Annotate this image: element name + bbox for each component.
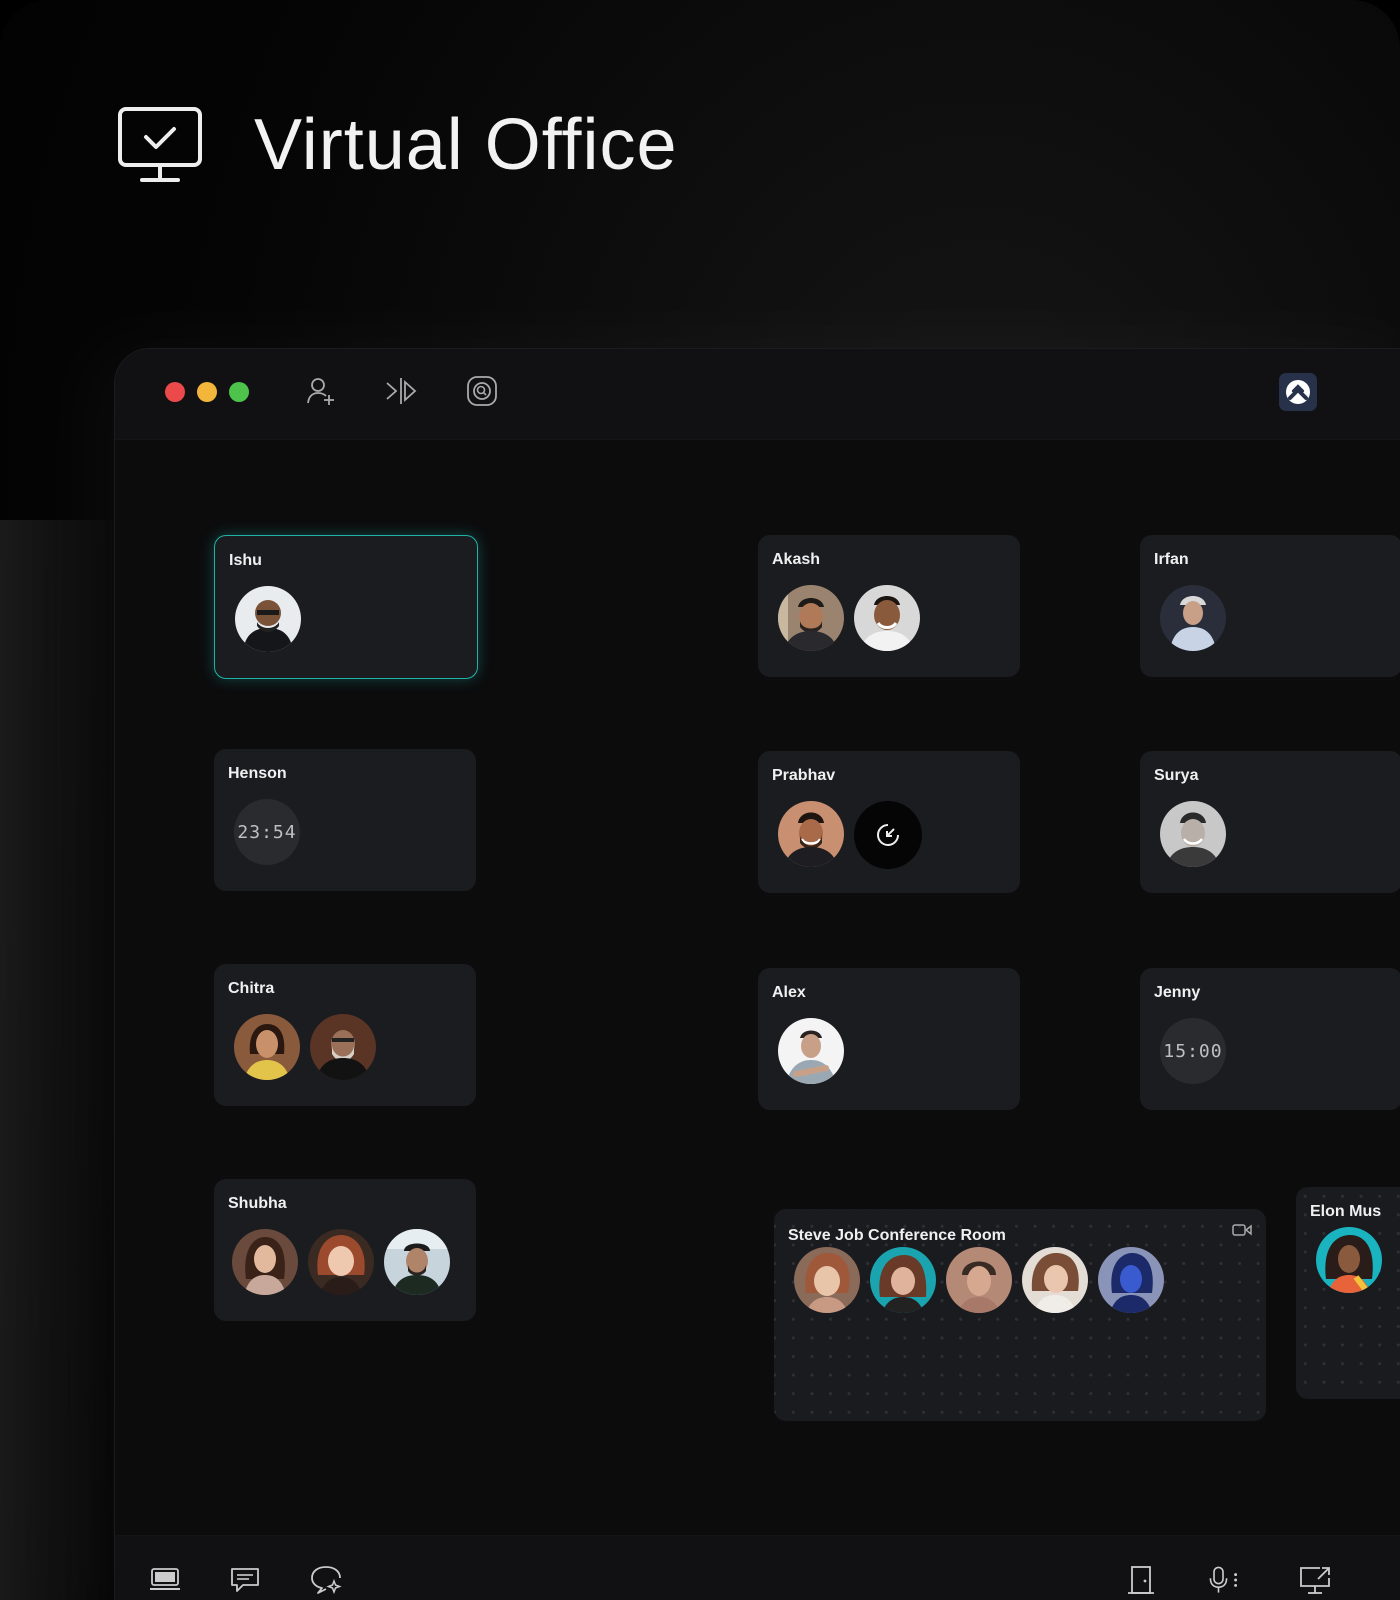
room-name: Chitra	[228, 980, 275, 997]
avatar[interactable]	[1160, 801, 1226, 867]
room-name: Surya	[1154, 767, 1199, 784]
app-logo-icon[interactable]	[1279, 373, 1317, 411]
title-bar	[115, 349, 1400, 440]
add-user-icon[interactable]	[303, 373, 339, 409]
office-window: Ishu Henson 23:54 Chitra Shubha Akash Pr…	[114, 348, 1400, 1600]
hero-header: Virtual Office	[118, 104, 678, 186]
avatar[interactable]	[310, 1014, 376, 1080]
avatar[interactable]	[778, 1018, 844, 1084]
close-window-button[interactable]	[165, 382, 185, 402]
minimize-window-button[interactable]	[197, 382, 217, 402]
room-name: Steve Job Conference Room	[788, 1227, 1006, 1244]
avatar[interactable]	[308, 1229, 374, 1295]
focus-icon[interactable]	[464, 373, 500, 409]
room-name: Akash	[772, 551, 821, 568]
room-henson[interactable]: Henson 23:54	[214, 749, 476, 891]
avatar[interactable]	[1098, 1247, 1164, 1313]
chat-icon[interactable]	[227, 1562, 263, 1598]
room-name: Elon Mus	[1310, 1203, 1382, 1220]
avatar[interactable]	[778, 801, 844, 867]
video-camera-icon[interactable]	[1232, 1223, 1252, 1242]
avatar[interactable]	[794, 1247, 860, 1313]
status-clock: 15:00	[1160, 1018, 1226, 1084]
sparkle-chat-icon[interactable]	[309, 1562, 345, 1598]
avatar[interactable]	[870, 1247, 936, 1313]
avatar[interactable]	[946, 1247, 1012, 1313]
avatar[interactable]	[1316, 1227, 1382, 1293]
room-name: Ishu	[229, 552, 262, 569]
avatar[interactable]	[384, 1229, 450, 1295]
monitor-check-icon	[118, 107, 202, 183]
room-surya[interactable]: Surya	[1140, 751, 1400, 893]
room-jenny[interactable]: Jenny 15:00	[1140, 968, 1400, 1110]
avatar[interactable]	[1160, 585, 1226, 651]
room-name: Prabhav	[772, 767, 836, 784]
app-frame: Virtual Office Ishu Henson 23:54 Chitra …	[0, 0, 1400, 1600]
avatar[interactable]	[234, 1014, 300, 1080]
room-alex[interactable]: Alex	[758, 968, 1020, 1110]
room-name: Irfan	[1154, 551, 1189, 568]
room-steve-job-conference[interactable]: Steve Job Conference Room	[774, 1209, 1266, 1421]
screen-icon[interactable]	[147, 1562, 183, 1598]
room-shubha[interactable]: Shubha	[214, 1179, 476, 1321]
room-ishu[interactable]: Ishu	[214, 535, 478, 679]
door-icon[interactable]	[1123, 1562, 1159, 1598]
room-akash[interactable]: Akash	[758, 535, 1020, 677]
room-name: Shubha	[228, 1195, 287, 1212]
avatar[interactable]	[235, 586, 301, 652]
avatar[interactable]	[854, 585, 920, 651]
timer-icon[interactable]	[854, 801, 922, 869]
mirror-icon[interactable]	[383, 373, 419, 409]
maximize-window-button[interactable]	[229, 382, 249, 402]
room-name: Henson	[228, 765, 287, 782]
room-elon[interactable]: Elon Mus	[1296, 1187, 1400, 1399]
avatar[interactable]	[232, 1229, 298, 1295]
status-clock: 23:54	[234, 799, 300, 865]
avatar[interactable]	[778, 585, 844, 651]
room-prabhav[interactable]: Prabhav	[758, 751, 1020, 893]
share-screen-icon[interactable]	[1297, 1562, 1333, 1598]
microphone-icon[interactable]	[1205, 1562, 1241, 1598]
room-name: Alex	[772, 984, 806, 1001]
room-chitra[interactable]: Chitra	[214, 964, 476, 1106]
page-title: Virtual Office	[254, 105, 678, 185]
room-name: Jenny	[1154, 984, 1201, 1001]
room-irfan[interactable]: Irfan	[1140, 535, 1400, 677]
avatar[interactable]	[1022, 1247, 1088, 1313]
bottom-toolbar	[115, 1535, 1400, 1600]
